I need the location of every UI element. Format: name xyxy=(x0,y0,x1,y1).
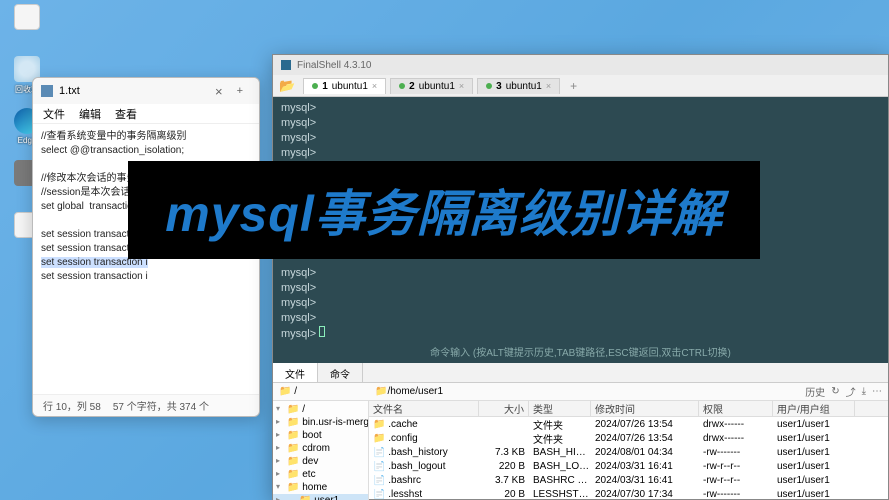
finalshell-icon xyxy=(281,60,291,70)
file-row[interactable]: 📄 .bashrc3.7 KBBASHRC …2024/03/31 16:41-… xyxy=(369,473,888,487)
status-dot-icon xyxy=(486,83,492,89)
file-list[interactable]: 文件名 大小 类型 修改时间 权限 用户/用户组 📁 .cache文件夹2024… xyxy=(369,401,888,500)
folder-open-icon[interactable]: 📂 xyxy=(279,78,295,94)
tree-item[interactable]: 📁 boot xyxy=(273,429,368,442)
shell-tab-1[interactable]: 1ubuntu1× xyxy=(303,78,386,94)
current-path[interactable]: /home/user1 xyxy=(387,386,443,397)
shell-tab-2[interactable]: 2ubuntu1× xyxy=(390,78,473,94)
tree-item[interactable]: 📁 dev xyxy=(273,455,368,468)
finalshell-titlebar[interactable]: FinalShell 4.3.10 xyxy=(273,55,888,75)
notepad-status-bar: 行 10，列 58 57 个字符，共 374 个 xyxy=(33,394,259,416)
status-dot-icon xyxy=(312,83,318,89)
tree-item[interactable]: 📁 user1 xyxy=(273,494,368,500)
desktop-icon[interactable] xyxy=(7,4,47,52)
file-row[interactable]: 📄 .lesshst20 BLESSHST…2024/07/30 17:34-r… xyxy=(369,487,888,500)
finalshell-title: FinalShell 4.3.10 xyxy=(297,60,372,71)
terminal-cursor xyxy=(319,326,325,337)
left-path[interactable]: 📁 / xyxy=(273,386,369,397)
refresh-icon[interactable]: ↻ xyxy=(831,386,839,397)
tab-close-icon[interactable]: × xyxy=(209,84,229,99)
history-label[interactable]: 历史 xyxy=(805,384,825,399)
more-icon[interactable]: ⋯ xyxy=(872,386,882,397)
tab-commands[interactable]: 命令 xyxy=(318,363,363,382)
tree-item[interactable]: 📁 etc xyxy=(273,468,368,481)
notepad-filename: 1.txt xyxy=(59,85,209,97)
video-title-overlay: mysql事务隔离级别详解 xyxy=(128,161,760,259)
file-row[interactable]: 📄 .bash_logout220 BBASH_LO…2024/03/31 16… xyxy=(369,459,888,473)
file-row[interactable]: 📁 .cache文件夹2024/07/26 13:54drwx------use… xyxy=(369,417,888,431)
new-tab-icon[interactable]: + xyxy=(229,85,251,97)
file-browser: 📁 /📁 bin.usr-is-merged📁 boot📁 cdrom📁 dev… xyxy=(273,401,888,500)
notepad-titlebar[interactable]: 1.txt × + xyxy=(33,78,259,104)
tree-item[interactable]: 📁 bin.usr-is-merged xyxy=(273,416,368,429)
shell-tab-3[interactable]: 3ubuntu1× xyxy=(477,78,560,94)
close-icon[interactable]: × xyxy=(459,81,464,91)
menu-file[interactable]: 文件 xyxy=(43,106,65,122)
tab-files[interactable]: 文件 xyxy=(273,363,318,382)
shell-tabs: 📂 1ubuntu1× 2ubuntu1× 3ubuntu1× + xyxy=(273,75,888,97)
terminal-hint: 命令输入 (按ALT键提示历史,TAB键路径,ESC键返回,双击CTRL切换) xyxy=(273,346,888,361)
tree-item[interactable]: 📁 / xyxy=(273,403,368,416)
close-icon[interactable]: × xyxy=(372,81,377,91)
menu-view[interactable]: 查看 xyxy=(115,106,137,122)
status-dot-icon xyxy=(399,83,405,89)
menu-edit[interactable]: 编辑 xyxy=(79,106,101,122)
notepad-menubar: 文件 编辑 查看 xyxy=(33,104,259,124)
file-list-header: 文件名 大小 类型 修改时间 权限 用户/用户组 xyxy=(369,401,888,417)
close-icon[interactable]: × xyxy=(546,81,551,91)
path-row: 📁 / 📁 /home/user1 历史 ↻ ⤴ ⤓ ⋯ xyxy=(273,383,888,401)
notepad-icon xyxy=(41,85,53,97)
upload-icon[interactable]: ⤴ xyxy=(846,384,856,399)
bottom-tabs: 文件 命令 xyxy=(273,363,888,383)
overlay-text: mysql事务隔离级别详解 xyxy=(165,174,723,246)
tree-item[interactable]: 📁 cdrom xyxy=(273,442,368,455)
folder-tree[interactable]: 📁 /📁 bin.usr-is-merged📁 boot📁 cdrom📁 dev… xyxy=(273,401,369,500)
file-row[interactable]: 📄 .bash_history7.3 KBBASH_HI…2024/08/01 … xyxy=(369,445,888,459)
status-cursor-pos: 行 10，列 58 xyxy=(43,398,101,413)
status-char-count: 57 个字符，共 374 个 xyxy=(113,398,209,413)
tree-item[interactable]: 📁 home xyxy=(273,481,368,494)
finalshell-window: FinalShell 4.3.10 📂 1ubuntu1× 2ubuntu1× … xyxy=(272,54,889,500)
add-tab-icon[interactable]: + xyxy=(564,79,583,93)
file-row[interactable]: 📁 .config文件夹2024/07/26 13:54drwx------us… xyxy=(369,431,888,445)
download-icon[interactable]: ⤓ xyxy=(862,386,866,397)
